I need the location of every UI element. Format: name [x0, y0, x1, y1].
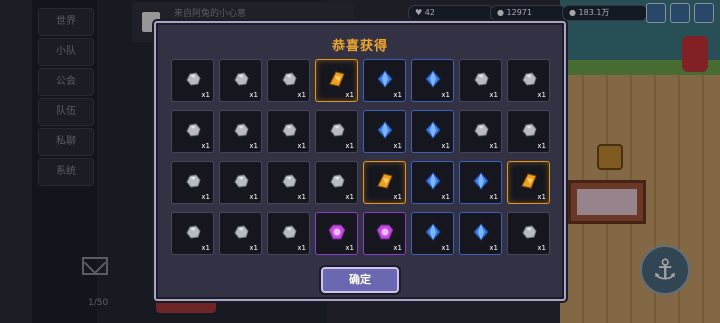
reward-slot[interactable]: x1: [171, 212, 214, 255]
reward-slot[interactable]: x1: [507, 59, 550, 102]
reward-slot[interactable]: x1: [363, 59, 406, 102]
item-quantity: x1: [441, 244, 450, 252]
item-quantity: x1: [297, 193, 306, 201]
reward-slot[interactable]: x1: [507, 110, 550, 153]
reward-slot[interactable]: x1: [363, 212, 406, 255]
item-quantity: x1: [249, 244, 258, 252]
reward-slot[interactable]: x1: [459, 161, 502, 204]
reward-slot[interactable]: x1: [219, 110, 262, 153]
reward-slot[interactable]: x1: [267, 110, 310, 153]
reward-dialog: 恭喜获得 x1 x1 x1 x1 x1 x1 x1 x1 x1 x1 x1 x1 x1 x1 x1 x1 x1 x…: [154, 21, 566, 301]
item-quantity: x1: [297, 244, 306, 252]
item-quantity: x1: [537, 193, 546, 201]
item-quantity: x1: [345, 193, 354, 201]
reward-slot[interactable]: x1: [411, 110, 454, 153]
item-quantity: x1: [441, 142, 450, 150]
reward-slot[interactable]: x1: [315, 212, 358, 255]
item-quantity: x1: [537, 91, 546, 99]
dialog-title: 恭喜获得: [331, 39, 388, 54]
reward-slot[interactable]: x1: [171, 110, 214, 153]
item-quantity: x1: [201, 244, 210, 252]
item-quantity: x1: [441, 193, 450, 201]
reward-slot[interactable]: x1: [171, 161, 214, 204]
reward-slot[interactable]: x1: [507, 212, 550, 255]
item-quantity: x1: [537, 142, 546, 150]
item-quantity: x1: [489, 142, 498, 150]
reward-slot[interactable]: x1: [267, 212, 310, 255]
item-quantity: x1: [489, 244, 498, 252]
reward-slot[interactable]: x1: [363, 110, 406, 153]
item-quantity: x1: [297, 142, 306, 150]
item-quantity: x1: [393, 193, 402, 201]
reward-slot[interactable]: x1: [219, 212, 262, 255]
item-quantity: x1: [345, 91, 354, 99]
confirm-button[interactable]: 确定: [321, 267, 399, 293]
reward-slot[interactable]: x1: [267, 59, 310, 102]
item-quantity: x1: [201, 142, 210, 150]
reward-slot[interactable]: x1: [315, 161, 358, 204]
item-quantity: x1: [201, 193, 210, 201]
reward-slot[interactable]: x1: [219, 161, 262, 204]
reward-slot[interactable]: x1: [411, 212, 454, 255]
item-quantity: x1: [297, 91, 306, 99]
reward-slot[interactable]: x1: [459, 212, 502, 255]
item-quantity: x1: [393, 142, 402, 150]
item-quantity: x1: [249, 91, 258, 99]
item-quantity: x1: [345, 244, 354, 252]
reward-slot[interactable]: x1: [507, 161, 550, 204]
reward-slot[interactable]: x1: [363, 161, 406, 204]
reward-slot[interactable]: x1: [315, 110, 358, 153]
reward-slot[interactable]: x1: [459, 59, 502, 102]
reward-slot[interactable]: x1: [267, 161, 310, 204]
reward-slot[interactable]: x1: [411, 59, 454, 102]
item-quantity: x1: [345, 142, 354, 150]
item-quantity: x1: [537, 244, 546, 252]
item-quantity: x1: [393, 244, 402, 252]
reward-slot[interactable]: x1: [411, 161, 454, 204]
reward-slot[interactable]: x1: [171, 59, 214, 102]
item-quantity: x1: [249, 193, 258, 201]
item-quantity: x1: [489, 91, 498, 99]
item-quantity: x1: [393, 91, 402, 99]
item-quantity: x1: [489, 193, 498, 201]
item-quantity: x1: [441, 91, 450, 99]
reward-slot[interactable]: x1: [315, 59, 358, 102]
item-quantity: x1: [249, 142, 258, 150]
item-quantity: x1: [201, 91, 210, 99]
reward-slot[interactable]: x1: [219, 59, 262, 102]
reward-slot[interactable]: x1: [459, 110, 502, 153]
